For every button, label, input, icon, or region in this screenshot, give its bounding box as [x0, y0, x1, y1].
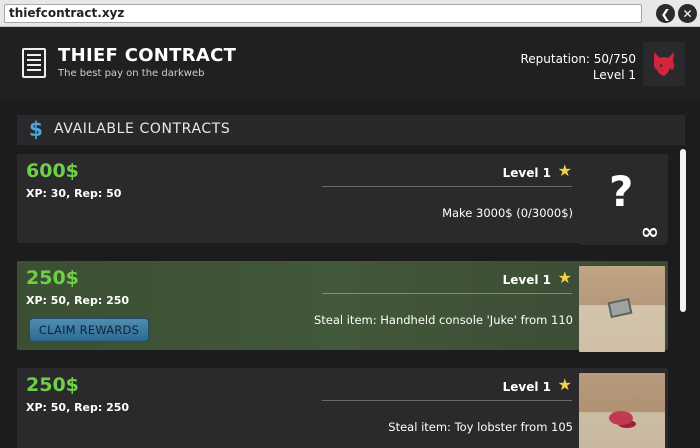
contract-card[interactable]: 250$ XP: 50, Rep: 250 Level 1 ★ Steal it… — [17, 261, 668, 352]
question-mark-icon: ? — [609, 167, 634, 216]
handheld-console-image — [607, 297, 633, 319]
contract-xp-rep: XP: 30, Rep: 50 — [26, 187, 122, 200]
player-level: Level 1 — [592, 68, 636, 82]
section-header: $ AVAILABLE CONTRACTS — [17, 115, 685, 145]
contract-thumbnail — [579, 373, 665, 448]
contract-thumbnail — [579, 266, 665, 352]
contract-thumbnail: ? ∞ — [579, 159, 665, 245]
app-subtitle: The best pay on the darkweb — [58, 68, 205, 79]
contract-description: Steal item: Handheld console 'Juke' from… — [313, 313, 573, 327]
document-icon — [22, 48, 46, 78]
contract-level: Level 1 — [502, 166, 551, 180]
contract-reward: 600$ — [26, 160, 79, 182]
toy-lobster-image — [609, 411, 633, 425]
contract-description: Steal item: Toy lobster from 105 — [388, 420, 573, 434]
url-field[interactable]: thiefcontract.xyz — [4, 4, 642, 23]
divider — [322, 293, 572, 294]
reputation-value: Reputation: 50/750 — [520, 52, 636, 66]
contract-xp-rep: XP: 50, Rep: 250 — [26, 401, 130, 414]
fox-avatar-icon[interactable] — [643, 42, 685, 86]
dollar-icon: $ — [29, 117, 43, 141]
infinity-icon: ∞ — [640, 220, 659, 245]
contract-level: Level 1 — [502, 380, 551, 394]
fox-head-icon — [653, 52, 675, 76]
contract-reward: 250$ — [26, 267, 79, 289]
star-icon: ★ — [557, 161, 572, 180]
scrollbar[interactable] — [680, 149, 686, 312]
divider — [322, 186, 572, 187]
game-screen: THIEF CONTRACT The best pay on the darkw… — [0, 27, 700, 448]
star-icon: ★ — [557, 375, 572, 394]
contract-reward: 250$ — [26, 374, 79, 396]
app-title: THIEF CONTRACT — [58, 45, 237, 66]
contract-card[interactable]: 250$ XP: 50, Rep: 250 Level 1 ★ Steal it… — [17, 368, 668, 448]
star-icon: ★ — [557, 268, 572, 287]
browser-bar: thiefcontract.xyz ❮ ✕ — [0, 0, 700, 27]
app-header: THIEF CONTRACT The best pay on the darkw… — [0, 27, 700, 99]
section-title: AVAILABLE CONTRACTS — [54, 121, 231, 137]
claim-rewards-button[interactable]: CLAIM REWARDS — [29, 318, 149, 342]
close-icon[interactable]: ✕ — [678, 4, 697, 23]
reputation-panel: Reputation: 50/750 Level 1 — [520, 51, 636, 83]
contract-description: Make 3000$ (0/3000$) — [442, 206, 573, 220]
divider — [322, 400, 572, 401]
contract-card[interactable]: 600$ XP: 30, Rep: 50 Level 1 ★ Make 3000… — [17, 154, 668, 245]
contract-xp-rep: XP: 50, Rep: 250 — [26, 294, 130, 307]
contract-level: Level 1 — [502, 273, 551, 287]
back-icon[interactable]: ❮ — [656, 4, 675, 23]
